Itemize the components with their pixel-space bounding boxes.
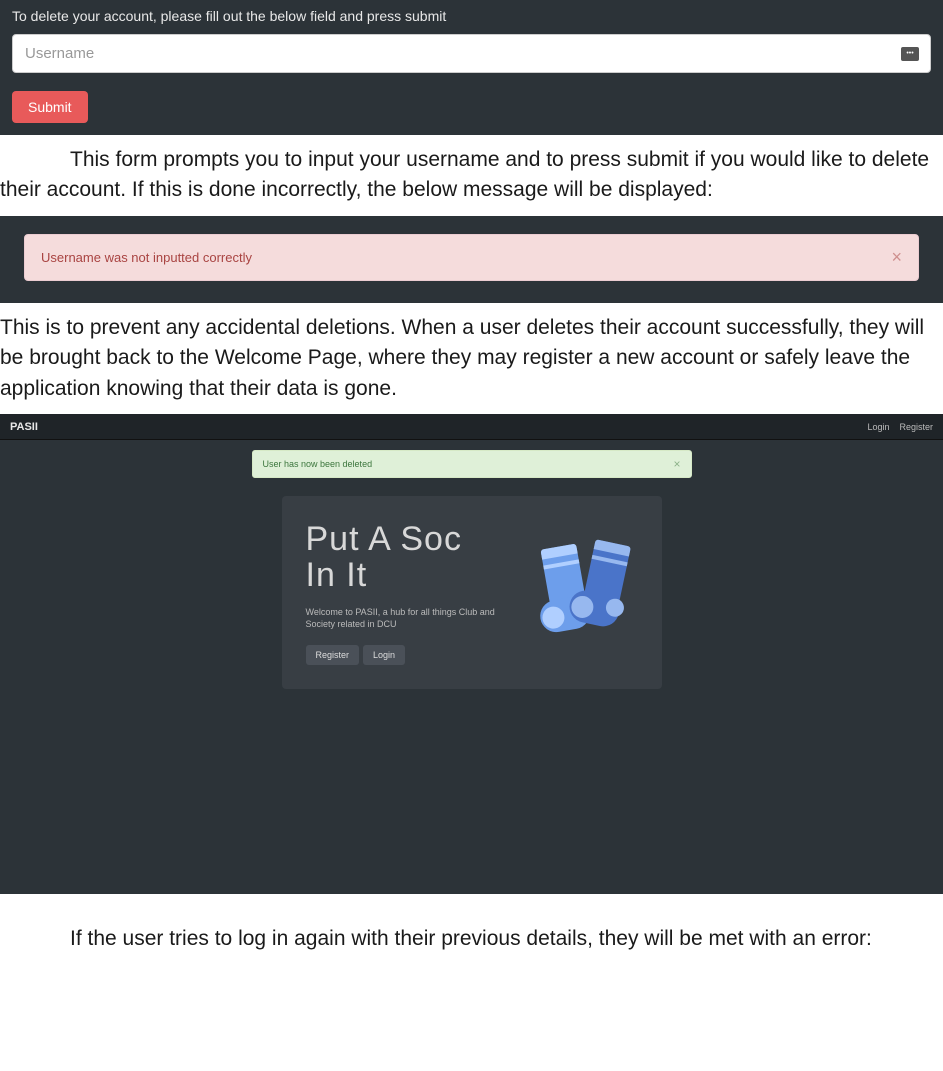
title-line-2: In It — [306, 556, 368, 594]
paragraph-1: This form prompts you to input your user… — [0, 145, 943, 206]
success-alert: User has now been deleted × — [252, 450, 692, 478]
register-button[interactable]: Register — [306, 645, 360, 665]
error-alert-text: Username was not inputted correctly — [41, 250, 252, 265]
input-wrapper — [12, 34, 931, 73]
navbar-right: Login Register — [867, 422, 933, 432]
login-button[interactable]: Login — [363, 645, 405, 665]
paragraph-2: This is to prevent any accidental deleti… — [0, 313, 943, 404]
submit-button[interactable]: Submit — [12, 91, 88, 123]
welcome-desc: Welcome to PASII, a hub for all things C… — [306, 606, 510, 631]
welcome-left: Put A Soc In It Welcome to PASII, a hub … — [306, 522, 510, 665]
socks-icon — [528, 538, 638, 648]
close-icon[interactable]: × — [891, 247, 902, 268]
welcome-page-screenshot: PASII Login Register User has now been d… — [0, 414, 943, 894]
error-alert: Username was not inputted correctly × — [24, 234, 919, 281]
welcome-card: Put A Soc In It Welcome to PASII, a hub … — [282, 496, 662, 689]
success-alert-wrapper: User has now been deleted × — [0, 450, 943, 478]
paragraph-3: If the user tries to log in again with t… — [0, 924, 943, 954]
navbar: PASII Login Register — [0, 414, 943, 440]
delete-form-screenshot: To delete your account, please fill out … — [0, 0, 943, 135]
nav-login-link[interactable]: Login — [867, 422, 889, 432]
title-line-1: Put A Soc — [306, 520, 462, 558]
nav-register-link[interactable]: Register — [899, 422, 933, 432]
welcome-title: Put A Soc In It — [306, 522, 510, 593]
keyboard-icon — [901, 47, 919, 61]
navbar-brand[interactable]: PASII — [10, 421, 38, 433]
welcome-buttons: Register Login — [306, 645, 510, 665]
error-alert-screenshot: Username was not inputted correctly × — [0, 216, 943, 303]
close-icon[interactable]: × — [673, 457, 680, 471]
form-instruction: To delete your account, please fill out … — [12, 8, 931, 24]
success-alert-text: User has now been deleted — [263, 459, 373, 469]
username-input[interactable] — [12, 34, 931, 73]
